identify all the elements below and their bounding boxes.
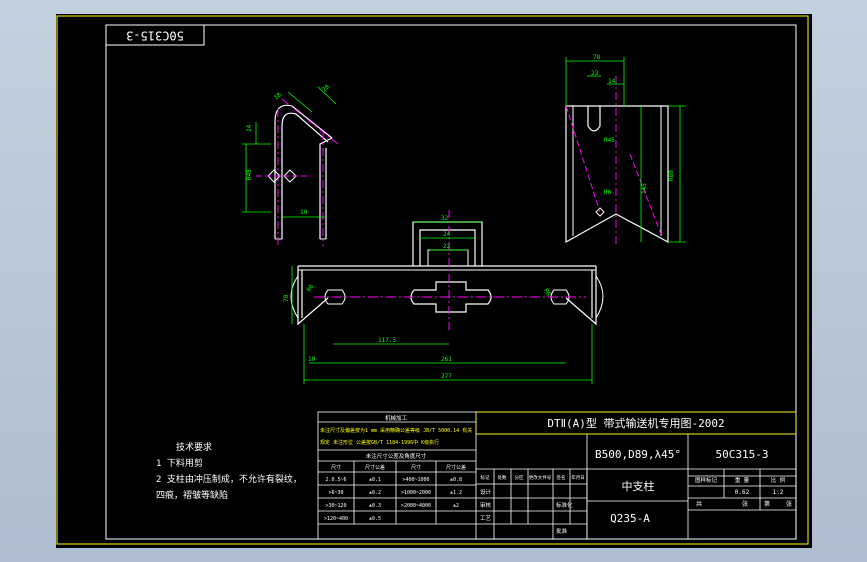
dim-bottom-70: 70: [283, 294, 290, 302]
tech-requirements: 技术要求 1 下料用剪 2 支柱由冲压制成，不允许有裂纹， 四痕，褶皱等缺陷: [156, 441, 302, 501]
tol-cell: ±2: [453, 503, 459, 509]
dim-bottom-32: 32: [441, 215, 449, 222]
revision-header-cell: 分区: [515, 474, 524, 481]
rev-label-approve: 批准: [556, 527, 568, 535]
dim-bottom-261: 261: [441, 356, 452, 363]
tol-cell: >2000~4000: [401, 503, 431, 509]
dim-right-r80: R80: [668, 170, 675, 181]
dim-bottom-277: 277: [441, 373, 452, 380]
dim-bottom-r6-left: R6: [306, 283, 316, 293]
strap-left-end: [297, 266, 329, 326]
spec-text: B500,D89,λ45°: [595, 448, 681, 461]
tol-heading: 机械加工: [385, 414, 408, 422]
tol-cell: >1000~2000: [401, 490, 431, 496]
bottom-view: 32 24 22 70 117.5 10 261 277 R6 R6: [283, 210, 604, 384]
dim-bottom-22: 22: [443, 243, 451, 250]
revision-header-cell: 处数: [498, 474, 507, 481]
tol-col-3: 尺寸公差: [446, 464, 466, 471]
plate-diag-left: [565, 105, 601, 213]
code-stamp-text: 50C315-3: [126, 29, 184, 43]
dim-bottom-24: 24: [443, 231, 451, 238]
scale-value: 1:2: [773, 489, 784, 496]
dim-right-23: 23: [591, 70, 599, 77]
bracket-leg-right: [319, 137, 333, 239]
revision-header-cell: 签名: [557, 474, 566, 481]
tol-subheading: 未注尺寸公差及角度尺寸: [366, 452, 427, 460]
tol-cell: >6~30: [328, 490, 343, 496]
revision-header-cell: 标记: [481, 474, 490, 481]
strap-right-end: [565, 266, 597, 326]
dim-right-14: 14: [608, 78, 616, 85]
weight-value: 0.62: [735, 489, 750, 496]
sheet-label-3: 张: [786, 500, 792, 508]
tol-cell: >400~1000: [402, 477, 429, 483]
material: Q235-A: [610, 512, 650, 525]
tol-rows: 2.0.5~6 ±0.1 >400~1000 ±0.8 >6~30 ±0.2 >1000~2…: [324, 477, 462, 522]
revision-header: 标记 处数 分区 更改文件号 签名 年月日: [481, 474, 585, 481]
tol-col-0: 尺寸: [331, 464, 341, 471]
left-view: 18 20 24 R45 10: [242, 83, 339, 246]
tol-cell: 2.0.5~6: [325, 477, 346, 483]
dim-left-r45: R45: [246, 169, 253, 180]
tol-note-1: 未注尺寸及偏差按为1 mm 采用精确公差等级 JB/T 5000.14 有关: [320, 427, 472, 434]
tech-line-1: 1 下料用剪: [156, 457, 203, 469]
tol-cell: ±0.5: [369, 516, 381, 522]
sheet-label-0: 共: [696, 500, 702, 508]
plate-outline: [565, 105, 669, 244]
tol-cell: ±0.2: [369, 490, 381, 496]
dim-bottom-10: 10: [308, 356, 316, 363]
tol-cell: ±0.8: [450, 477, 462, 483]
dim-left-18: 18: [273, 91, 283, 101]
drawing-number: 50C315-3: [716, 448, 769, 461]
dim-right-78: 78: [593, 54, 601, 61]
dim-left-10: 10: [300, 209, 308, 216]
dim-right-r6: R6: [604, 189, 612, 196]
tol-cell: >30~120: [325, 503, 346, 509]
dim-left-24: 24: [246, 124, 253, 132]
tech-heading: 技术要求: [176, 441, 212, 453]
tol-cell: ±1.2: [450, 490, 462, 496]
strap-right-arc: [595, 275, 604, 319]
dim-left-20: 20: [321, 83, 331, 93]
cad-viewport[interactable]: 50C315-3 18 20 24 R45 10 78 23 14 R6 145…: [56, 14, 812, 548]
revision-header-cell: 更改文件号: [529, 474, 552, 481]
tol-col-1: 尺寸公差: [365, 464, 385, 471]
scale-header-2: 比 例: [771, 476, 786, 484]
revision-header-cell: 年月日: [571, 474, 585, 481]
sheet-label-1: 张: [742, 500, 748, 508]
tol-cell: ±0.1: [369, 477, 381, 483]
dim-right-145: 145: [641, 183, 648, 194]
scale-header-1: 重 量: [735, 476, 750, 484]
sheet-label-2: 第: [764, 500, 770, 508]
tech-line-2: 2 支柱由冲压制成，不允许有裂纹，: [156, 473, 302, 485]
tol-col-2: 尺寸: [411, 464, 421, 471]
title-line: DTⅡ(A)型 带式输送机专用图-2002: [547, 416, 724, 430]
rev-label-design: 设计: [480, 488, 492, 496]
dim-right-r45: R45: [604, 137, 615, 144]
drawing-canvas: 50C315-3 18 20 24 R45 10 78 23 14 R6 145…: [56, 15, 809, 545]
scale-header-0: 图样标记: [695, 476, 718, 484]
dim-bottom-117-5: 117.5: [378, 337, 396, 344]
tech-line-3: 四痕，褶皱等缺陷: [156, 489, 228, 501]
tol-note-2: 规定 未注形位 公差按GB/T 1184-1996中 K级执行: [320, 439, 439, 446]
plate-slot: [587, 106, 601, 132]
rev-label-review: 审核: [480, 501, 492, 509]
rev-label-standard: 标准化: [556, 501, 573, 509]
tol-cell: >120~400: [324, 516, 348, 522]
rev-label-process: 工艺: [480, 515, 492, 522]
tol-cell: ±0.3: [369, 503, 381, 509]
part-name: 中支柱: [622, 479, 655, 493]
strap-slot-top: [427, 249, 469, 266]
right-view: 78 23 14 R6 145 R80 R45: [565, 54, 686, 246]
